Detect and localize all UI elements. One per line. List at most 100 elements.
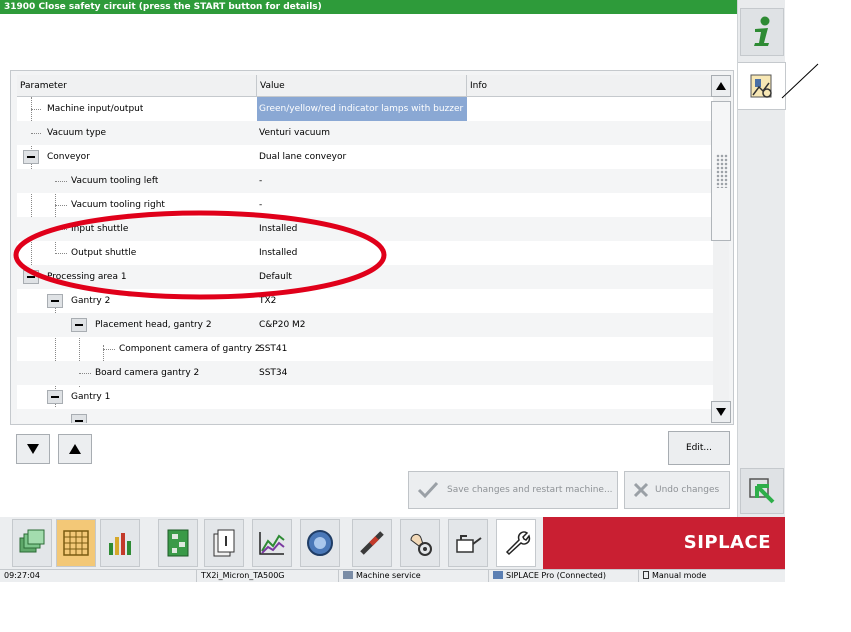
scrollbar-thumb[interactable] <box>711 101 731 241</box>
main-toolbar: SIPLACE <box>0 517 785 569</box>
table-body: Machine input/output Green/yellow/red in… <box>17 97 713 423</box>
parameters-icon <box>750 74 772 98</box>
info-button[interactable] <box>740 8 784 56</box>
collapse-toggle[interactable] <box>71 318 87 332</box>
placement-grid-button[interactable] <box>56 519 96 567</box>
oil-can-icon <box>456 535 482 553</box>
feeder-icon <box>213 529 235 557</box>
row-value: Installed <box>259 248 298 258</box>
row-parameter: Input shuttle <box>71 224 129 234</box>
table-row-partial <box>17 409 713 423</box>
service-mode-icon <box>343 571 353 579</box>
maintenance-button[interactable] <box>448 519 488 567</box>
collapse-toggle[interactable] <box>47 294 63 308</box>
undo-changes-button[interactable]: Undo changes <box>624 471 730 509</box>
trend-button[interactable] <box>252 519 292 567</box>
table-row[interactable]: Input shuttle Installed <box>17 217 713 241</box>
row-value: C&P20 M2 <box>259 320 306 330</box>
table-row[interactable]: Gantry 1 <box>17 385 713 409</box>
table-row[interactable]: Conveyor Dual lane conveyor <box>17 145 713 169</box>
board-button[interactable] <box>158 519 198 567</box>
collapse-toggle[interactable] <box>23 150 39 164</box>
table-row[interactable]: Component camera of gantry 2 SST41 <box>17 337 713 361</box>
column-header-parameter: Parameter <box>17 75 257 97</box>
checkmark-icon <box>417 481 439 499</box>
next-arrow-icon <box>749 478 775 504</box>
table-row[interactable]: Processing area 1 Default <box>17 265 713 289</box>
scroll-down-button[interactable] <box>711 401 731 423</box>
row-value: SST34 <box>259 368 288 378</box>
footer-machine-name: TX2i_Micron_TA500G <box>196 570 338 582</box>
next-step-button[interactable] <box>740 468 784 514</box>
row-value: Venturi vacuum <box>259 128 330 138</box>
table-row[interactable]: Machine input/output Green/yellow/red in… <box>17 97 713 121</box>
statistics-button[interactable] <box>100 519 140 567</box>
vision-button[interactable] <box>300 519 340 567</box>
collapse-toggle[interactable] <box>23 270 39 284</box>
trend-chart-icon <box>259 532 285 555</box>
row-down-button[interactable] <box>16 434 50 464</box>
scroll-down-icon <box>716 408 726 416</box>
documents-icon <box>19 529 45 553</box>
table-row[interactable]: Gantry 2 TX2 <box>17 289 713 313</box>
scroll-up-button[interactable] <box>711 75 731 97</box>
table-row[interactable]: Placement head, gantry 2 C&P20 M2 <box>17 313 713 337</box>
undo-x-icon <box>633 482 649 498</box>
vertical-scrollbar[interactable] <box>711 75 731 423</box>
row-parameter: Placement head, gantry 2 <box>95 320 212 330</box>
row-parameter: Gantry 1 <box>71 392 111 402</box>
table-row[interactable]: Output shuttle Installed <box>17 241 713 265</box>
footer-connection: SIPLACE Pro (Connected) <box>488 570 638 582</box>
setup-documents-button[interactable] <box>12 519 52 567</box>
row-value: Green/yellow/red indicator lamps with bu… <box>257 97 467 121</box>
nozzle-icon <box>360 531 384 555</box>
row-parameter: Gantry 2 <box>71 296 111 306</box>
row-value: TX2 <box>259 296 277 306</box>
row-parameter: Machine input/output <box>47 104 144 114</box>
right-sidebar <box>737 0 786 582</box>
collapse-toggle <box>71 414 87 423</box>
table-row[interactable]: Vacuum tooling right - <box>17 193 713 217</box>
table-row[interactable]: Vacuum tooling left - <box>17 169 713 193</box>
feeder-button[interactable] <box>204 519 244 567</box>
save-restart-label: Save changes and restart machine... <box>447 485 613 495</box>
connection-icon <box>493 571 503 579</box>
footer-service-mode: Machine service <box>338 570 488 582</box>
bar-chart-icon <box>109 533 131 555</box>
parameters-button[interactable] <box>738 62 786 110</box>
footer-status-bar: 09:27:04 TX2i_Micron_TA500G Machine serv… <box>0 569 785 582</box>
row-parameter: Output shuttle <box>71 248 137 258</box>
arrow-down-icon <box>27 444 39 454</box>
arrow-up-icon <box>69 444 81 454</box>
status-message-bar: 31900 Close safety circuit (press the ST… <box>0 0 737 14</box>
row-value: - <box>259 200 263 210</box>
row-parameter: Component camera of gantry 2 <box>119 344 261 354</box>
row-value: Default <box>259 272 292 282</box>
service-tools-button[interactable] <box>496 519 536 567</box>
row-parameter: Processing area 1 <box>47 272 127 282</box>
edit-button[interactable]: Edit... <box>668 431 730 465</box>
footer-time: 09:27:04 <box>4 571 40 580</box>
info-icon <box>754 16 770 46</box>
row-parameter: Board camera gantry 2 <box>95 368 200 378</box>
circuit-board-icon <box>167 529 189 557</box>
row-parameter: Vacuum tooling left <box>71 176 159 186</box>
collapse-toggle[interactable] <box>47 390 63 404</box>
column-header-value: Value <box>257 75 467 97</box>
camera-icon <box>307 530 333 556</box>
row-value <box>257 385 467 409</box>
grid-icon <box>63 530 89 556</box>
manual-mode-icon <box>643 571 649 579</box>
row-up-button[interactable] <box>58 434 92 464</box>
footer-operation-mode: Manual mode <box>638 570 785 582</box>
table-row[interactable]: Board camera gantry 2 SST34 <box>17 361 713 385</box>
wrench-icon <box>505 531 531 556</box>
callout-line <box>781 63 819 99</box>
machine-service-button[interactable] <box>400 519 440 567</box>
grip-icon <box>716 154 728 188</box>
table-row[interactable]: Vacuum type Venturi vacuum <box>17 121 713 145</box>
save-restart-button[interactable]: Save changes and restart machine... <box>408 471 618 509</box>
table-header: Parameter Value Info <box>17 75 713 97</box>
nozzle-button[interactable] <box>352 519 392 567</box>
row-parameter: Vacuum tooling right <box>71 200 165 210</box>
